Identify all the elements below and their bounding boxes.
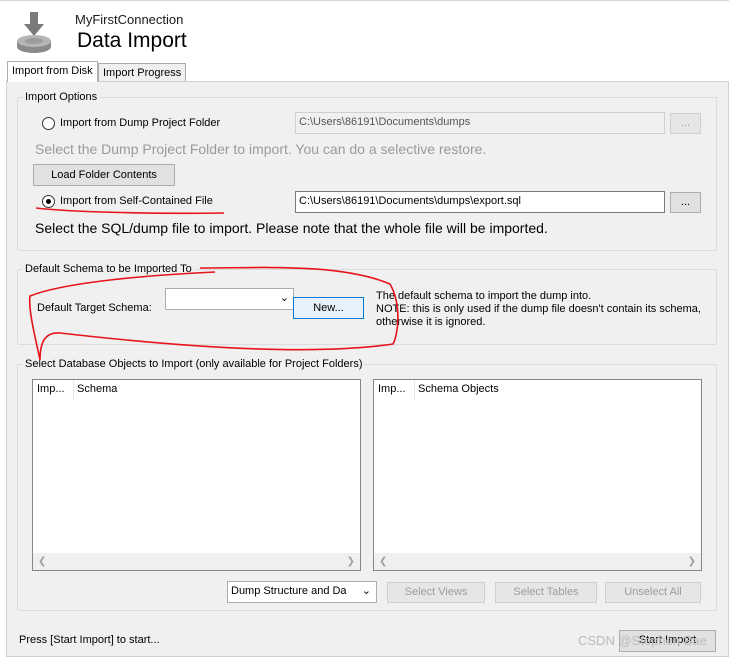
page-title: Data Import xyxy=(77,29,187,52)
watermark: CSDN @Stephen Bae xyxy=(578,633,707,648)
dump-type-value: Dump Structure and Da xyxy=(231,585,347,597)
radio-dump-folder[interactable] xyxy=(42,117,55,130)
default-schema-note-1: The default schema to import the dump in… xyxy=(376,290,592,302)
database-import-icon xyxy=(15,10,57,56)
column-separator xyxy=(73,380,74,400)
horizontal-scrollbar[interactable]: ❮ ❯ xyxy=(374,553,701,570)
column-header-schema-objects[interactable]: Schema Objects xyxy=(418,383,499,395)
tab-import-progress[interactable]: Import Progress xyxy=(98,63,187,82)
dump-type-select[interactable]: Dump Structure and Da ⌄ xyxy=(227,581,377,603)
dialog-header: MyFirstConnection Data Import xyxy=(0,0,735,62)
radio-selected-dot xyxy=(46,199,51,204)
schema-list-header: Imp... Schema xyxy=(33,380,360,400)
chevron-down-icon: ⌄ xyxy=(361,585,371,597)
chevron-down-icon: ⌄ xyxy=(279,292,289,304)
radio-self-contained-label[interactable]: Import from Self-Contained File xyxy=(60,195,213,207)
dump-folder-hint: Select the Dump Project Folder to import… xyxy=(35,141,487,157)
column-separator xyxy=(414,380,415,400)
status-text: Press [Start Import] to start... xyxy=(19,634,160,646)
radio-self-contained[interactable] xyxy=(42,195,55,208)
import-options-label: Import Options xyxy=(23,91,100,103)
schema-list[interactable]: Imp... Schema ❮ ❯ xyxy=(32,379,361,571)
scroll-left-icon[interactable]: ❮ xyxy=(379,556,387,567)
objects-group-label: Select Database Objects to Import (only … xyxy=(23,358,365,370)
column-header-import[interactable]: Imp... xyxy=(37,383,65,395)
select-tables-button[interactable]: Select Tables xyxy=(495,582,597,603)
column-header-import[interactable]: Imp... xyxy=(378,383,406,395)
connection-name: MyFirstConnection xyxy=(75,12,184,27)
default-schema-note-3: otherwise it is ignored. xyxy=(376,316,486,328)
self-contained-hint: Select the SQL/dump file to import. Plea… xyxy=(35,220,548,236)
self-contained-path-input[interactable]: C:\Users\86191\Documents\dumps\export.sq… xyxy=(295,191,665,213)
schema-objects-list[interactable]: Imp... Schema Objects ❮ ❯ xyxy=(373,379,702,571)
top-border xyxy=(0,0,729,1)
dump-folder-browse-button[interactable]: ... xyxy=(670,113,701,134)
horizontal-scrollbar[interactable]: ❮ ❯ xyxy=(33,553,360,570)
self-contained-browse-button[interactable]: ... xyxy=(670,192,701,213)
new-schema-button[interactable]: New... xyxy=(293,297,364,319)
select-views-button[interactable]: Select Views xyxy=(387,582,485,603)
default-target-schema-label: Default Target Schema: xyxy=(37,302,152,314)
default-schema-note-2: NOTE: this is only used if the dump file… xyxy=(376,303,701,315)
schema-objects-list-header: Imp... Schema Objects xyxy=(374,380,701,400)
scroll-left-icon[interactable]: ❮ xyxy=(38,556,46,567)
tab-import-from-disk[interactable]: Import from Disk xyxy=(7,61,98,82)
scroll-right-icon[interactable]: ❯ xyxy=(688,556,696,567)
load-folder-contents-button[interactable]: Load Folder Contents xyxy=(33,164,175,186)
default-schema-label: Default Schema to be Imported To xyxy=(23,263,194,275)
scroll-right-icon[interactable]: ❯ xyxy=(347,556,355,567)
dump-folder-path-input[interactable]: C:\Users\86191\Documents\dumps xyxy=(295,112,665,134)
column-header-schema[interactable]: Schema xyxy=(77,383,117,395)
default-target-schema-select[interactable]: ⌄ xyxy=(165,288,294,310)
radio-dump-folder-label[interactable]: Import from Dump Project Folder xyxy=(60,117,220,129)
unselect-all-button[interactable]: Unselect All xyxy=(605,582,701,603)
